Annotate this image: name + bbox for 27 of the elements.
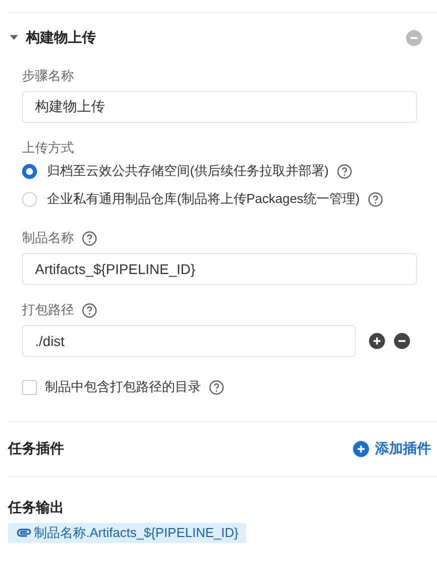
checkbox[interactable] — [22, 380, 37, 394]
input-field[interactable]: ./dist — [22, 325, 356, 357]
field-label: 步骤名称 — [22, 67, 74, 85]
remove-icon[interactable] — [394, 333, 410, 349]
radio-label: 归档至云效公共存储空间(供后续任务拉取并部署) — [47, 162, 329, 180]
section-title: 任务插件 — [8, 440, 64, 458]
help-icon[interactable] — [82, 302, 97, 318]
checkbox-label: 制品中包含打包路径的目录 — [45, 378, 201, 396]
caret-icon[interactable] — [10, 35, 18, 41]
radio-label: 企业私有通用制品仓库(制品将上传Packages统一管理) — [47, 190, 360, 208]
add-icon[interactable] — [353, 441, 369, 457]
field-label: 上传方式 — [22, 139, 74, 157]
help-icon[interactable] — [209, 380, 224, 394]
paperclip-icon — [16, 527, 32, 539]
field-label: 打包路径 — [22, 301, 74, 319]
help-icon[interactable] — [82, 230, 97, 246]
add-plugin-button[interactable]: 添加插件 — [353, 440, 431, 458]
section-title: 任务输出 — [8, 499, 65, 517]
help-icon[interactable] — [336, 164, 352, 178]
input-field[interactable]: Artifacts_${PIPELINE_ID} — [22, 253, 417, 285]
add-icon[interactable] — [369, 333, 385, 349]
field-label: 制品名称 — [22, 229, 74, 247]
input-field[interactable]: 构建物上传 — [22, 91, 417, 123]
help-icon[interactable] — [368, 192, 383, 206]
section-title: 构建物上传 — [26, 29, 97, 47]
radio-button[interactable] — [22, 164, 37, 178]
output-tag: 制品名称.Artifacts_${PIPELINE_ID} — [8, 523, 246, 543]
